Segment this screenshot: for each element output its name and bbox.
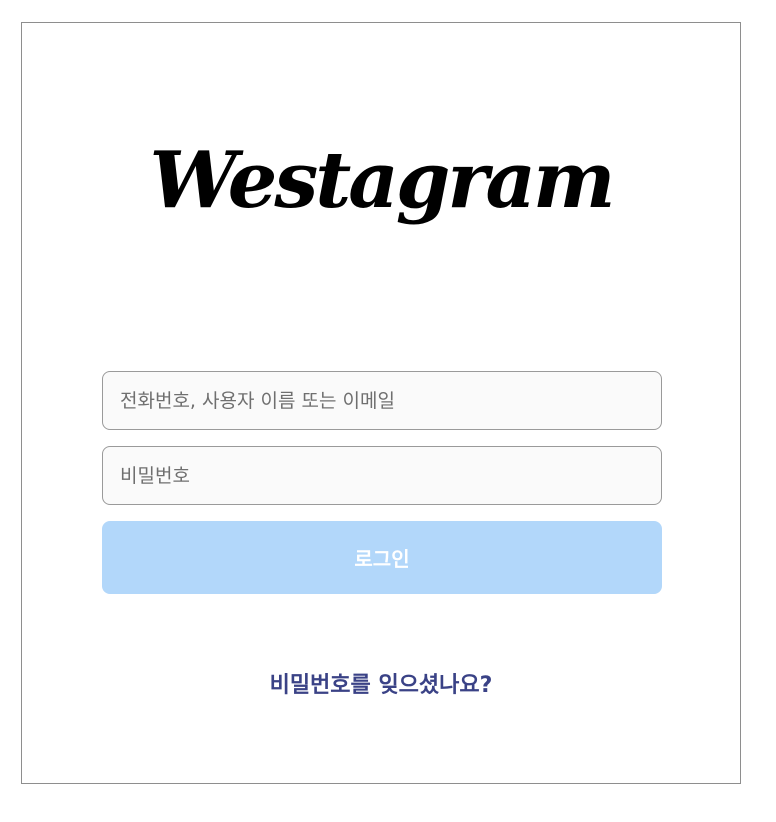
password-input[interactable] bbox=[102, 446, 662, 505]
login-button[interactable]: 로그인 bbox=[102, 521, 662, 594]
app-logo: Westagram bbox=[149, 135, 615, 226]
username-input[interactable] bbox=[102, 371, 662, 430]
login-card: Westagram 로그인 비밀번호를 잊으셨나요? bbox=[21, 22, 741, 784]
forgot-password-link[interactable]: 비밀번호를 잊으셨나요? bbox=[22, 671, 740, 701]
